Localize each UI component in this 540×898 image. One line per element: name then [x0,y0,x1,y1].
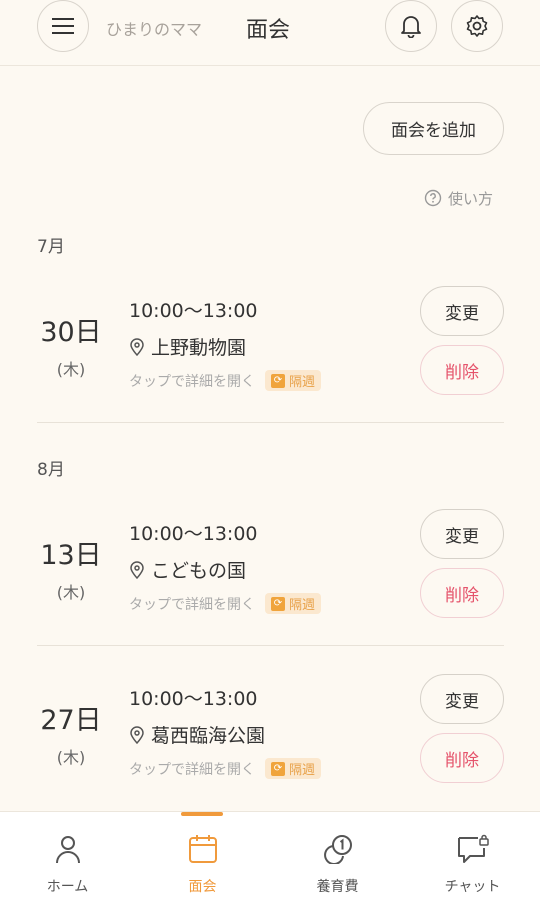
change-button[interactable]: 変更 [420,509,504,559]
menu-button[interactable] [37,0,89,52]
visit-place-name: 上野動物園 [151,337,247,359]
visit-detail-hint: タップで詳細を開く ⟳ 隔週 [129,593,322,614]
tab-child-support[interactable]: 養育費 [270,812,405,898]
detail-hint-text: タップで詳細を開く [129,596,255,613]
visit-entry[interactable]: 30日 (木) 10:00〜13:00 上野動物園 タップで詳細を開く ⟳ 隔週… [37,286,504,426]
recurrence-label: 隔週 [289,375,316,390]
page-title: 面会 [246,18,291,43]
coins-icon [323,835,352,864]
repeat-icon: ⟳ [271,596,285,611]
divider [37,645,504,646]
help-link[interactable]: 使い方 [424,186,493,210]
location-pin-icon [130,725,144,744]
tab-label: 養育費 [316,879,359,895]
visit-weekday: (木) [56,748,86,767]
visit-detail-hint: タップで詳細を開く ⟳ 隔週 [129,758,322,779]
notifications-button[interactable] [385,0,437,52]
hamburger-menu-icon [52,18,74,34]
chat-lock-icon [457,834,489,863]
settings-button[interactable] [451,0,503,52]
visit-place-name: 葛西臨海公園 [151,725,266,747]
month-label: 7月 [37,237,65,257]
change-button[interactable]: 変更 [420,674,504,724]
month-label: 8月 [37,460,65,480]
visit-entry[interactable]: 27日 (木) 10:00〜13:00 葛西臨海公園 タップで詳細を開く ⟳ 隔… [37,674,504,814]
location-pin-icon [130,560,144,579]
visit-place-name: こどもの国 [151,560,247,582]
visit-day: 13日 [40,540,102,571]
bottom-tab-bar: ホーム 面会 養育費 チャット [0,811,540,898]
gear-icon [466,15,488,37]
visit-place: 上野動物園 [129,333,246,360]
visit-place: こどもの国 [129,556,246,583]
visit-place: 葛西臨海公園 [129,721,265,748]
tab-label: 面会 [188,879,217,895]
bell-icon [401,16,421,38]
calendar-icon [188,835,217,863]
question-circle-icon [424,189,442,207]
repeat-icon: ⟳ [271,761,285,776]
visit-day: 27日 [40,705,102,736]
user-name: ひまりのママ [106,20,203,39]
visit-entry[interactable]: 13日 (木) 10:00〜13:00 こどもの国 タップで詳細を開く ⟳ 隔週… [37,509,504,649]
app-header: ひまりのママ 面会 [0,0,540,66]
visit-weekday: (木) [56,583,86,602]
detail-hint-text: タップで詳細を開く [129,761,255,778]
tab-chat[interactable]: チャット [405,812,540,898]
recurrence-badge: ⟳ 隔週 [265,758,322,779]
recurrence-badge: ⟳ 隔週 [265,593,322,614]
location-pin-icon [130,337,144,356]
tab-visits[interactable]: 面会 [135,812,270,898]
recurrence-badge: ⟳ 隔週 [265,370,322,391]
divider [37,422,504,423]
delete-button[interactable]: 削除 [420,345,504,395]
recurrence-label: 隔週 [289,763,316,778]
visit-time: 10:00〜13:00 [129,300,258,322]
visit-detail-hint: タップで詳細を開く ⟳ 隔週 [129,370,322,391]
person-icon [55,836,80,864]
visit-time: 10:00〜13:00 [129,688,258,710]
delete-button[interactable]: 削除 [420,733,504,783]
visit-time: 10:00〜13:00 [129,523,258,545]
add-visit-button[interactable]: 面会を追加 [363,102,504,155]
change-button[interactable]: 変更 [420,286,504,336]
tab-label: チャット [444,879,501,895]
help-label: 使い方 [448,189,494,208]
visit-weekday: (木) [56,360,86,379]
tab-home[interactable]: ホーム [0,812,135,898]
detail-hint-text: タップで詳細を開く [129,373,255,390]
recurrence-label: 隔週 [289,598,316,613]
repeat-icon: ⟳ [271,373,285,388]
visit-day: 30日 [40,317,102,348]
delete-button[interactable]: 削除 [420,568,504,618]
tab-label: ホーム [46,879,89,895]
